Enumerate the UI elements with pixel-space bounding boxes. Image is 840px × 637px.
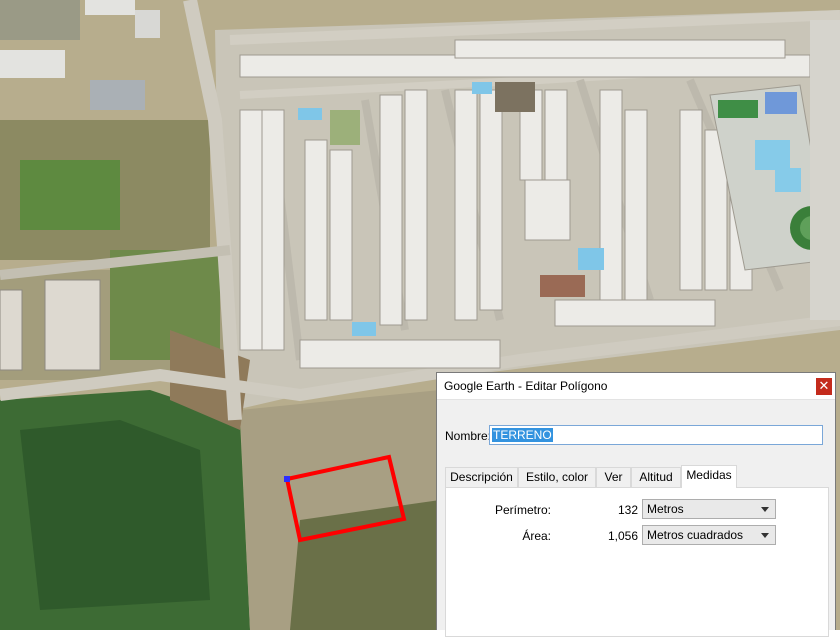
park bbox=[330, 110, 360, 145]
house-row bbox=[544, 89, 568, 181]
pool bbox=[775, 168, 801, 192]
area-label: Área: bbox=[522, 529, 551, 543]
house-row bbox=[329, 149, 353, 321]
tab-descripcion[interactable]: Descripción bbox=[445, 467, 518, 487]
tab-ver[interactable]: Ver bbox=[596, 467, 631, 487]
house-block bbox=[44, 279, 101, 371]
pool bbox=[472, 82, 492, 94]
house-row bbox=[239, 109, 263, 351]
tab-medidas[interactable]: Medidas bbox=[681, 465, 737, 488]
field-green bbox=[20, 160, 120, 230]
building bbox=[85, 0, 135, 15]
chevron-down-icon bbox=[761, 507, 769, 512]
house-row bbox=[624, 109, 648, 301]
pool bbox=[298, 108, 322, 120]
tab-altitud[interactable]: Altitud bbox=[631, 467, 681, 487]
building bbox=[0, 50, 65, 78]
house-row bbox=[554, 299, 716, 327]
lot bbox=[0, 0, 80, 40]
park bbox=[495, 82, 535, 112]
house-row bbox=[379, 94, 403, 326]
name-label: Nombre: bbox=[445, 429, 492, 443]
name-input[interactable]: TERRENO bbox=[489, 425, 823, 445]
polygon-vertex-handle[interactable] bbox=[284, 476, 290, 482]
house-row bbox=[454, 89, 478, 321]
house-row bbox=[299, 339, 501, 369]
tab-estilo-color[interactable]: Estilo, color bbox=[518, 467, 596, 487]
edit-polygon-dialog: Google Earth - Editar Polígono ✕ Nombre:… bbox=[436, 372, 836, 637]
perimeter-label: Perímetro: bbox=[494, 503, 551, 517]
court bbox=[540, 275, 585, 297]
name-row: Nombre: TERRENO bbox=[445, 425, 833, 447]
house-row bbox=[679, 109, 703, 291]
field-court bbox=[718, 100, 758, 118]
chevron-down-icon bbox=[761, 533, 769, 538]
area-unit-select[interactable]: Metros cuadrados bbox=[642, 525, 776, 545]
dialog-titlebar[interactable]: Google Earth - Editar Polígono ✕ bbox=[437, 373, 835, 400]
name-input-value: TERRENO bbox=[492, 428, 553, 442]
ravine-veg bbox=[290, 500, 440, 630]
house-row bbox=[454, 39, 786, 59]
pool bbox=[352, 322, 376, 336]
measurements-panel: Perímetro: 132 Metros Área: 1,056 Metros… bbox=[445, 487, 829, 637]
perimeter-unit-select[interactable]: Metros bbox=[642, 499, 776, 519]
perimeter-unit-value: Metros bbox=[647, 502, 684, 516]
area-value: 1,056 bbox=[607, 529, 638, 543]
sport-court bbox=[765, 92, 797, 114]
pool bbox=[578, 248, 604, 270]
close-icon[interactable]: ✕ bbox=[816, 378, 832, 395]
dialog-title: Google Earth - Editar Polígono bbox=[444, 379, 608, 393]
house-row bbox=[404, 89, 428, 321]
house-row bbox=[261, 109, 285, 351]
pool bbox=[755, 140, 790, 170]
house-block bbox=[0, 289, 23, 371]
area-unit-value: Metros cuadrados bbox=[647, 528, 744, 542]
building bbox=[135, 10, 160, 38]
perimeter-value: 132 bbox=[617, 503, 638, 517]
house-row bbox=[524, 179, 571, 241]
building bbox=[90, 80, 145, 110]
house-row bbox=[304, 139, 328, 321]
forest-dense bbox=[20, 420, 210, 610]
house-row bbox=[810, 20, 840, 320]
house-row bbox=[479, 89, 503, 311]
